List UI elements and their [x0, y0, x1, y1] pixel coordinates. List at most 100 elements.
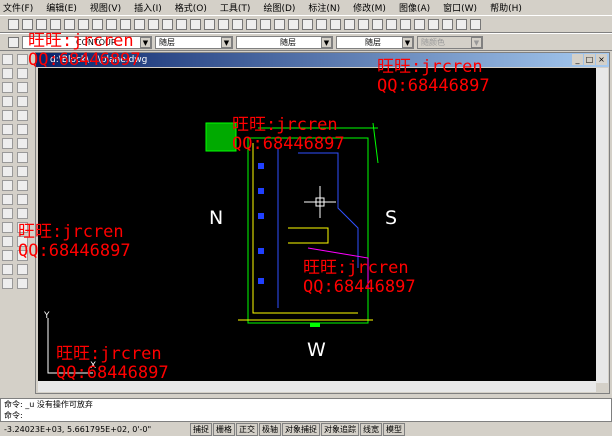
status-toggle-button[interactable]: 对象追踪 — [321, 422, 359, 436]
toolbar-button-icon[interactable] — [120, 18, 131, 30]
status-toggle-button[interactable]: 线宽 — [360, 422, 382, 436]
tool-button-icon[interactable] — [2, 138, 13, 149]
maximize-button[interactable]: □ — [584, 54, 595, 65]
tool-button-icon[interactable] — [2, 236, 13, 247]
tool-button-icon[interactable] — [17, 152, 28, 163]
toolbar-button-icon[interactable] — [470, 18, 481, 30]
menu-item[interactable]: 帮助(H) — [490, 1, 522, 14]
toolbar-button-icon[interactable] — [204, 18, 215, 30]
toolbar-button-icon[interactable] — [260, 18, 271, 30]
toolbar-button-icon[interactable] — [330, 18, 341, 30]
tool-button-icon[interactable] — [2, 264, 13, 275]
tool-button-icon[interactable] — [2, 68, 13, 79]
toolbar-button-icon[interactable] — [22, 18, 33, 30]
tool-button-icon[interactable] — [2, 278, 13, 289]
status-toggle-button[interactable]: 极轴 — [259, 422, 281, 436]
menu-item[interactable]: 绘图(D) — [263, 1, 295, 14]
lineweight-select[interactable]: 随层 ▼ — [336, 35, 414, 49]
tool-button-icon[interactable] — [2, 82, 13, 93]
status-toggle-button[interactable]: 捕捉 — [190, 422, 212, 436]
tool-button-icon[interactable] — [17, 166, 28, 177]
toolbar-button-icon[interactable] — [92, 18, 103, 30]
tool-button-icon[interactable] — [17, 124, 28, 135]
toolbar-button-icon[interactable] — [456, 18, 467, 30]
toolbar-button-icon[interactable] — [50, 18, 61, 30]
toolbar-button-icon[interactable] — [414, 18, 425, 30]
toolbar-button-icon[interactable] — [274, 18, 285, 30]
tool-button-icon[interactable] — [2, 194, 13, 205]
menu-item[interactable]: 格式(O) — [175, 1, 207, 14]
tool-button-icon[interactable] — [2, 208, 13, 219]
plotstyle-select[interactable]: 随颜色 ▼ — [417, 35, 483, 49]
tool-button-icon[interactable] — [2, 250, 13, 261]
tool-button-icon[interactable] — [17, 54, 28, 65]
toolbar-button-icon[interactable] — [246, 18, 257, 30]
tool-button-icon[interactable] — [17, 264, 28, 275]
watermark-line: 旺旺:jrcren — [303, 258, 409, 278]
toolbar-button-icon[interactable] — [302, 18, 313, 30]
toolbar-button-icon[interactable] — [386, 18, 397, 30]
linetype-select[interactable]: 随层 ▼ — [236, 35, 333, 49]
tool-button-icon[interactable] — [17, 194, 28, 205]
menu-item[interactable]: 标注(N) — [308, 1, 340, 14]
status-toggle-button[interactable]: 栅格 — [213, 422, 235, 436]
minimize-button[interactable]: _ — [572, 54, 583, 65]
toolbar-button-icon[interactable] — [148, 18, 159, 30]
toolbar-button-icon[interactable] — [8, 18, 19, 30]
tool-button-icon[interactable] — [17, 138, 28, 149]
vertical-scrollbar[interactable] — [596, 68, 608, 383]
toolbar-button-icon[interactable] — [344, 18, 355, 30]
toolbar-button-icon[interactable] — [372, 18, 383, 30]
status-toggle-button[interactable]: 对象捕捉 — [282, 422, 320, 436]
menu-item[interactable]: 工具(T) — [220, 1, 251, 14]
menu-item[interactable]: 插入(I) — [134, 1, 162, 14]
toolbar-button-icon[interactable] — [78, 18, 89, 30]
status-toggle-button[interactable]: 正交 — [236, 422, 258, 436]
tool-button-icon[interactable] — [17, 82, 28, 93]
toolbar-button-icon[interactable] — [64, 18, 75, 30]
menu-item[interactable]: 编辑(E) — [46, 1, 77, 14]
toolbar-button-icon[interactable] — [218, 18, 229, 30]
tool-button-icon[interactable] — [17, 208, 28, 219]
watermark-line: QQ:68446897 — [18, 241, 131, 261]
toolbar-button-icon[interactable] — [358, 18, 369, 30]
tool-button-icon[interactable] — [17, 68, 28, 79]
status-toggle-button[interactable]: 模型 — [383, 422, 405, 436]
toolbar-button-icon[interactable] — [400, 18, 411, 30]
toolbar-button-icon[interactable] — [162, 18, 173, 30]
toolbar-button-icon[interactable] — [232, 18, 243, 30]
menu-item[interactable]: 视图(V) — [90, 1, 121, 14]
toolbar-button-icon[interactable] — [442, 18, 453, 30]
layer-manager-icon[interactable] — [8, 36, 19, 48]
tool-button-icon[interactable] — [2, 124, 13, 135]
toolbar-button-icon[interactable] — [428, 18, 439, 30]
command-prompt[interactable]: 命令: — [1, 410, 611, 421]
toolbar-button-icon[interactable] — [36, 18, 47, 30]
menu-item[interactable]: 文件(F) — [3, 1, 33, 14]
watermark-line: 旺旺:jrcren — [232, 115, 338, 135]
watermark: 旺旺:jrcren QQ:68446897 — [377, 58, 490, 96]
toolbar-button-icon[interactable] — [176, 18, 187, 30]
tool-button-icon[interactable] — [2, 96, 13, 107]
tool-button-icon[interactable] — [2, 152, 13, 163]
command-window[interactable]: 命令: _u 没有操作可放弃 命令: — [0, 398, 612, 422]
tool-button-icon[interactable] — [2, 180, 13, 191]
tool-button-icon[interactable] — [17, 278, 28, 289]
tool-button-icon[interactable] — [17, 180, 28, 191]
tool-button-icon[interactable] — [2, 110, 13, 121]
toolbar-button-icon[interactable] — [316, 18, 327, 30]
toolbar-button-icon[interactable] — [134, 18, 145, 30]
tool-button-icon[interactable] — [2, 222, 13, 233]
menu-item[interactable]: 窗口(W) — [443, 1, 477, 14]
menu-item[interactable]: 图像(A) — [399, 1, 430, 14]
tool-button-icon[interactable] — [17, 110, 28, 121]
toolbar-button-icon[interactable] — [190, 18, 201, 30]
tool-button-icon[interactable] — [17, 96, 28, 107]
color-select[interactable]: 随层 ▼ — [155, 35, 233, 49]
tool-button-icon[interactable] — [2, 166, 13, 177]
tool-button-icon[interactable] — [2, 54, 13, 65]
menu-item[interactable]: 修改(M) — [353, 1, 386, 14]
toolbar-button-icon[interactable] — [288, 18, 299, 30]
toolbar-button-icon[interactable] — [106, 18, 117, 30]
close-button[interactable]: × — [596, 54, 607, 65]
